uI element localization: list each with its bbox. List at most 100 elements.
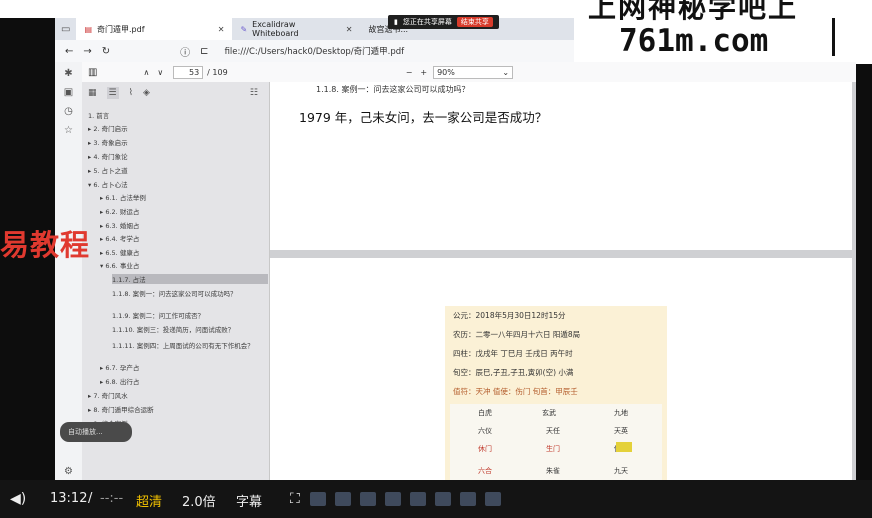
outline-icon[interactable]: ☰ [106, 87, 119, 99]
browser-sidebar: ✱ ▣ ◷ ☆ ⚙ [55, 62, 82, 480]
outline-item[interactable]: 1.1.10. 案例三：投递简历，问面试成败？ [112, 324, 234, 334]
chart-line: 值符：天冲 值使：伤门 旬首：甲辰壬 [453, 387, 578, 396]
outline-item[interactable]: 1.1.11. 案例四：上周面试的公司有无下作机会？ [112, 340, 254, 350]
tab-excalidraw[interactable]: ✎ Excalidraw Whiteboard ✕ [232, 18, 360, 40]
outline-label: 1.1.11. 案例四：上周面试的公司有无下作机会？ [112, 342, 254, 350]
url-field[interactable]: file:///C:/Users/hack0/Desktop/奇门遁甲.pdf [225, 45, 405, 57]
chart-line: 农历：二零一八年四月十六日 阳遁8局 [453, 330, 581, 339]
chart-line: 四柱：戊戌年 丁巳月 壬戌日 丙午时 [453, 349, 573, 358]
zoom-select[interactable]: 90% ⌄ [433, 65, 514, 79]
fullscreen-icon[interactable]: ⛶ [290, 491, 300, 507]
outline-label: 1.1.10. 案例三：投递简历，问面试成败？ [112, 326, 235, 334]
grid-cell: 九天 [614, 467, 628, 475]
excalidraw-icon: ✎ [240, 24, 248, 34]
outline-item[interactable]: ▸ 6.4. 考学占 [100, 233, 139, 243]
outline-item[interactable]: 1.1.7. 占法 [112, 274, 268, 284]
volume-icon[interactable]: ◀) [10, 491, 26, 507]
tab-label: Excalidraw Whiteboard [252, 20, 299, 38]
outline-item[interactable]: ▸ 6.7. 孕产占 [100, 362, 139, 372]
search-icon[interactable] [335, 492, 351, 506]
outline-label: 6.3. 婚姻占 [105, 222, 140, 230]
outline-label: 1.1.7. 占法 [112, 276, 146, 284]
highlight-marker [616, 442, 632, 452]
sidebar-toggle-icon[interactable]: ▥ [88, 67, 97, 78]
outline-item[interactable]: 1.1.8. 案例一：问去这家公司可以成功吗？ [112, 288, 237, 298]
outline-item[interactable]: ▸ 4. 奇门象论 [88, 151, 128, 161]
app-icon[interactable] [485, 492, 501, 506]
watermark-bar [832, 18, 835, 56]
watermark: 上网神秘学吧上 761m.com [574, 0, 872, 64]
taskview-icon[interactable] [360, 492, 376, 506]
outline-menu-icon[interactable]: ☷ [250, 88, 258, 98]
grid-cell: 六合 [478, 467, 492, 475]
close-icon[interactable]: ✕ [346, 25, 353, 34]
outline-item[interactable]: ▸ 6.3. 婚姻占 [100, 220, 139, 230]
forward-icon[interactable]: → [83, 46, 91, 57]
app-icon[interactable] [435, 492, 451, 506]
outline-item[interactable]: ▾ 6.6. 事业占 [100, 260, 139, 270]
stop-share-button[interactable]: 结束共享 [456, 17, 493, 27]
grid-cell: 九地 [614, 409, 628, 417]
outline-item[interactable]: ▸ 2. 奇门启示 [88, 123, 128, 133]
chart-line: 旬空：辰巳,子丑,子丑,寅卯(空) 小满 [453, 368, 574, 377]
qimen-grid: 白虎 玄武 九地 六仪 天任 天英 休门 生门 伤门 六合 九天 朱雀 [450, 404, 662, 486]
collections-icon[interactable]: ▣ [64, 87, 73, 98]
outline-item[interactable]: ▸ 3. 奇象启示 [88, 137, 128, 147]
close-icon[interactable]: ✕ [218, 25, 225, 34]
outline-label: 1.1.8. 案例一：问去这家公司可以成功吗？ [112, 290, 237, 298]
right-black-bar [856, 18, 872, 480]
explorer-icon[interactable] [385, 492, 401, 506]
outline-item[interactable]: ▸ 7. 奇门风水 [88, 390, 128, 400]
tab-list-icon[interactable]: ▭ [55, 24, 76, 35]
outline-item[interactable]: 1. 前言 [88, 110, 109, 120]
attachments-icon[interactable]: ⌇ [129, 88, 133, 98]
subtitle-button[interactable]: 字幕 [236, 491, 262, 510]
grid-cell: 玄武 [542, 409, 556, 417]
outline-label: 2. 奇门启示 [93, 125, 128, 133]
outline-label: 3. 奇象启示 [93, 139, 128, 147]
settings-icon[interactable]: ⚙ [64, 466, 73, 477]
outline-item[interactable]: ▸ 6.8. 出行占 [100, 376, 139, 386]
outline-label: 8. 奇门遁甲综合运断 [93, 406, 154, 414]
zoom-in-icon[interactable]: + [420, 68, 427, 77]
pdf-viewer: 1.1.8. 案例一：问去这家公司可以成功吗？ 1979 年，己未女问，去一家公… [270, 82, 856, 488]
screen: ▭ ▤ 奇门遁甲.pdf ✕ ✎ Excalidraw Whiteboard ✕… [0, 0, 872, 518]
autoplay-badge: 自动播放... [60, 422, 132, 442]
history-icon[interactable]: ◷ [64, 106, 73, 117]
outline-item[interactable]: ▸ 6.1. 占法举例 [100, 192, 146, 202]
reload-icon[interactable]: ↻ [102, 46, 110, 57]
tab-label: 奇门遁甲.pdf [97, 24, 145, 34]
outline-item[interactable]: ▾ 6. 占卜心法 [88, 179, 128, 189]
edge-icon[interactable] [410, 492, 426, 506]
outline-item[interactable]: 1.1.9. 案例二：问工作可成否？ [112, 310, 204, 320]
outline-label: 6.5. 健康占 [105, 249, 140, 257]
share-icon: ▮ [394, 18, 398, 26]
start-icon[interactable] [310, 492, 326, 506]
outline-label: 6.8. 出行占 [105, 378, 140, 386]
favorites-icon[interactable]: ☆ [64, 125, 73, 136]
next-page-icon[interactable]: ∨ [157, 68, 163, 77]
thumbnails-icon[interactable]: ▦ [88, 88, 97, 98]
pdf-toolbar: ▥ ∧ ∨ 53 / 109 − + 90% ⌄ [82, 62, 856, 82]
outline-item[interactable]: ▸ 5. 占卜之道 [88, 165, 128, 175]
outline-item[interactable]: ▸ 6.5. 健康占 [100, 247, 139, 257]
page-number-input[interactable]: 53 [173, 65, 204, 79]
outline-toolbar: ▦ ☰ ⌇ ◈ ☷ [82, 82, 269, 104]
question-text: 1979 年，己未女问，去一家公司是否成功？ [299, 110, 548, 125]
zoom-out-icon[interactable]: − [406, 68, 413, 77]
chart-line: 公元：2018年5月30日12时15分 [453, 311, 566, 320]
outline-label: 6.4. 考学占 [105, 235, 140, 243]
extension-icon[interactable]: ✱ [64, 68, 72, 79]
app-icon[interactable] [460, 492, 476, 506]
speed-button[interactable]: 2.0倍 [182, 491, 216, 510]
qimen-chart: 公元：2018年5月30日12时15分 农历：二零一八年四月十六日 阳遁8局 四… [445, 306, 667, 486]
grid-cell: 朱雀 [546, 467, 560, 475]
outline-item[interactable]: ▸ 8. 奇门遁甲综合运断 [88, 404, 154, 414]
layers-icon[interactable]: ◈ [143, 88, 150, 98]
tab-pdf[interactable]: ▤ 奇门遁甲.pdf ✕ [76, 18, 233, 40]
back-icon[interactable]: ← [65, 46, 73, 57]
grid-cell: 六仪 [478, 427, 492, 435]
quality-button[interactable]: 超清 [136, 491, 162, 510]
outline-item[interactable]: ▸ 6.2. 财运占 [100, 206, 139, 216]
prev-page-icon[interactable]: ∧ [143, 68, 149, 77]
